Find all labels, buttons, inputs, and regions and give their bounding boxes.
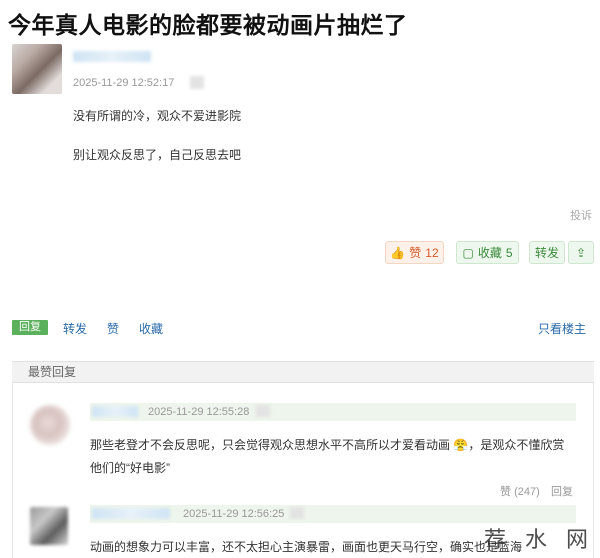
- bookmark-icon: ▢: [462, 245, 474, 260]
- view-author-only-link[interactable]: 只看楼主: [538, 320, 586, 337]
- ip-blurred: [256, 405, 270, 417]
- reply-text-tail: ，是观众不懂欣赏: [468, 438, 565, 452]
- ip-blurred: [290, 507, 304, 519]
- reply-timestamp: 2025-11-29 12:55:28: [148, 406, 250, 418]
- author-avatar[interactable]: [12, 44, 62, 94]
- top-replies-header: 最赞回复: [12, 361, 594, 383]
- angry-emoji-icon: 😤: [453, 438, 469, 452]
- reply-avatar[interactable]: [30, 507, 68, 545]
- reply-text-line-1: 那些老登才不会反思呢，只会觉得观众思想水平不高所以才爱看动画 😤，是观众不懂欣赏: [90, 436, 564, 453]
- share-button[interactable]: ⇪: [568, 241, 594, 264]
- like-button[interactable]: 👍 赞 12: [385, 241, 444, 264]
- post-timestamp: 2025-11-29 12:52:17: [73, 77, 175, 89]
- like-label: 赞: [409, 246, 422, 260]
- favorite-label: 收藏: [477, 246, 502, 260]
- reply-text: 动画的想象力可以丰富，还不太担心主演暴雷，画面也更天马行空，确实也是蓝海: [90, 540, 523, 554]
- reply-like-count: (247): [514, 486, 540, 498]
- thumb-up-icon: 👍: [390, 245, 406, 260]
- share-icon: ⇪: [575, 245, 587, 260]
- favorite-button[interactable]: ▢ 收藏 5: [456, 241, 519, 264]
- forward-button[interactable]: 转发: [529, 241, 565, 264]
- reply-reply-link[interactable]: 回复: [551, 483, 573, 499]
- reply-like-label: 赞: [500, 486, 511, 498]
- like-count: 12: [425, 245, 439, 260]
- reply-author-blurred[interactable]: [92, 406, 138, 417]
- reply-author-blurred[interactable]: [92, 508, 170, 519]
- post-line-1: 没有所谓的冷，观众不爱进影院: [73, 109, 242, 123]
- forward-label: 转发: [534, 246, 559, 260]
- post-line-2: 别让观众反思了，自己反思去吧: [73, 148, 242, 162]
- page-title: 今年真人电影的脸都要被动画片抽烂了: [8, 12, 408, 38]
- reply-text: 那些老登才不会反思呢，只会觉得观众思想水平不高所以才爱看动画: [90, 438, 451, 452]
- post-toolbar: 回复 转发 赞 收藏 只看楼主: [12, 320, 594, 336]
- reply-timestamp: 2025-11-29 12:56:25: [183, 508, 285, 520]
- favorite-link[interactable]: 收藏: [139, 320, 163, 337]
- reply-button[interactable]: 回复: [12, 320, 48, 335]
- author-name-blurred[interactable]: [73, 51, 151, 62]
- ip-blurred: [190, 76, 204, 89]
- site-watermark: 荐 水 网: [484, 528, 594, 553]
- forward-link[interactable]: 转发: [63, 320, 87, 337]
- like-link[interactable]: 赞: [107, 320, 119, 337]
- reply-like-link[interactable]: 赞 (247): [500, 483, 540, 499]
- report-link[interactable]: 投诉: [570, 207, 592, 223]
- favorite-count: 5: [505, 245, 513, 260]
- reply-text-line-2: 他们的“好电影”: [90, 461, 170, 475]
- reply-avatar[interactable]: [30, 405, 70, 445]
